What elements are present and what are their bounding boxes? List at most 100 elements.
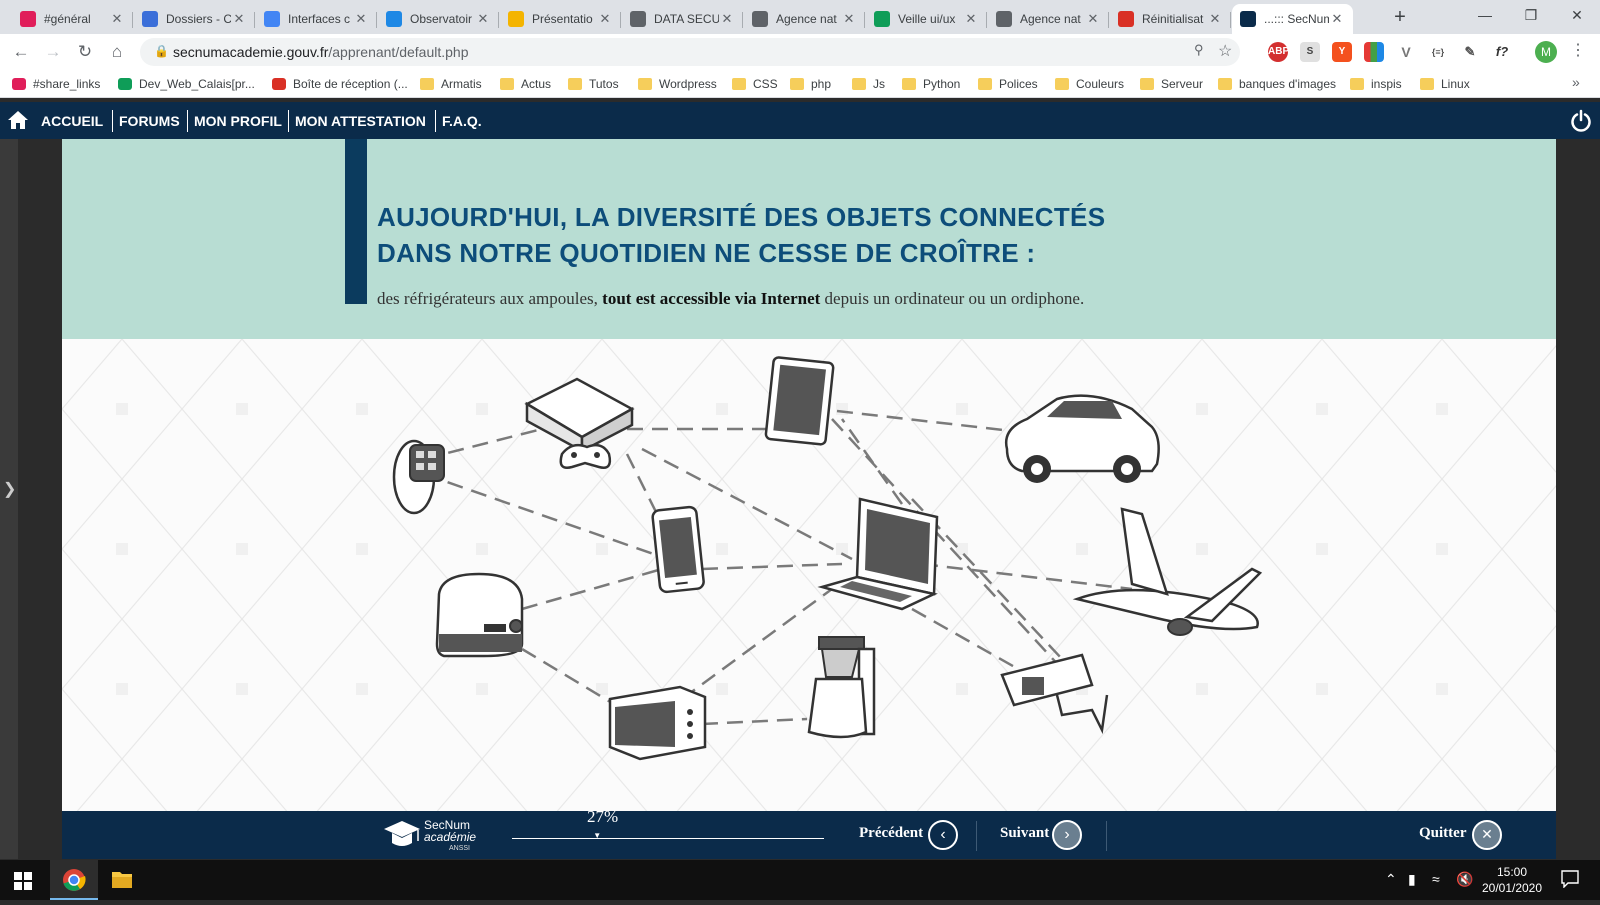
site-icon: [386, 11, 402, 27]
close-tab-icon[interactable]: ✕: [841, 11, 857, 27]
bookmark-item[interactable]: Linux: [1420, 76, 1470, 92]
json-extension-icon[interactable]: {≡}: [1428, 42, 1448, 62]
close-tab-icon[interactable]: ✕: [1329, 11, 1345, 27]
browser-tab[interactable]: Agence nat ✕: [988, 4, 1109, 34]
close-tab-icon[interactable]: ✕: [597, 11, 613, 27]
bookmark-item[interactable]: Boîte de réception (...: [272, 76, 408, 92]
profile-avatar[interactable]: M: [1535, 41, 1557, 63]
bookmark-item[interactable]: #share_links: [12, 76, 100, 92]
browser-tab[interactable]: Agence nat ✕: [744, 4, 865, 34]
home-icon[interactable]: [7, 110, 29, 130]
speaker-muted-icon[interactable]: 🔇: [1456, 871, 1473, 888]
folder-icon: [902, 78, 916, 90]
bookmark-item[interactable]: Wordpress: [638, 76, 717, 92]
back-arrow-icon[interactable]: ←: [9, 40, 33, 64]
bookmark-item[interactable]: Couleurs: [1055, 76, 1124, 92]
slack-icon: [12, 78, 26, 90]
chrome-taskbar-icon[interactable]: [50, 860, 98, 900]
close-tab-icon[interactable]: ✕: [719, 11, 735, 27]
drive-icon: [874, 11, 890, 27]
browser-tab[interactable]: Réinitialisat ✕: [1110, 4, 1231, 34]
reload-icon[interactable]: ↻: [73, 40, 97, 64]
bookmark-item[interactable]: Serveur: [1140, 76, 1203, 92]
lesson-subline: des réfrigérateurs aux ampoules, tout es…: [377, 289, 1085, 308]
nav-forums[interactable]: FORUMS: [112, 110, 180, 132]
vue-extension-icon[interactable]: V: [1396, 42, 1416, 62]
close-tab-icon[interactable]: ✕: [475, 11, 491, 27]
bookmark-item[interactable]: Tutos: [568, 76, 619, 92]
system-clock[interactable]: 15:00 20/01/2020: [1480, 864, 1544, 896]
new-tab-button[interactable]: +: [1388, 6, 1412, 30]
close-tab-icon[interactable]: ✕: [109, 11, 125, 27]
browser-tab[interactable]: ...::: SecNum ✕: [1232, 4, 1353, 34]
browser-tab[interactable]: DATA SECU ✕: [622, 4, 743, 34]
close-tab-icon[interactable]: ✕: [963, 11, 979, 27]
close-tab-icon[interactable]: ✕: [231, 11, 247, 27]
tab-title: Dossiers - C: [166, 12, 231, 26]
key-icon[interactable]: ⚲: [1194, 42, 1204, 58]
bookmark-item[interactable]: inspis: [1350, 76, 1402, 92]
battery-icon[interactable]: ▮: [1408, 871, 1416, 888]
home-button-icon[interactable]: ⌂: [105, 40, 129, 64]
close-tab-icon[interactable]: ✕: [353, 11, 369, 27]
browser-tab[interactable]: Observatoir ✕: [378, 4, 499, 34]
minimize-button[interactable]: —: [1462, 0, 1508, 32]
address-bar[interactable]: 🔒 secnumacademie.gouv.fr/apprenant/defau…: [140, 38, 1240, 66]
nav-mon-profil[interactable]: MON PROFIL: [187, 110, 282, 132]
site-navigation: ACCUEIL FORUMS MON PROFIL MON ATTESTATIO…: [0, 102, 1600, 139]
forward-arrow-icon[interactable]: →: [41, 40, 65, 64]
browser-tab[interactable]: Dossiers - C ✕: [134, 4, 255, 34]
lock-icon: 🔒: [154, 44, 169, 58]
browser-tab[interactable]: #général ✕: [12, 4, 133, 34]
y-extension-icon[interactable]: Y: [1332, 42, 1352, 62]
previous-button-icon[interactable]: ‹: [928, 820, 958, 850]
restore-button[interactable]: ❐: [1508, 0, 1554, 32]
browser-tab[interactable]: Veille ui/ux ✕: [866, 4, 987, 34]
power-icon[interactable]: [1569, 109, 1593, 133]
close-tab-icon[interactable]: ✕: [1085, 11, 1101, 27]
bookmark-item[interactable]: Armatis: [420, 76, 482, 92]
bookmark-item[interactable]: Actus: [500, 76, 551, 92]
nav-faq[interactable]: F.A.Q.: [435, 110, 482, 132]
next-label[interactable]: Suivant: [1000, 825, 1049, 842]
side-panel-toggle[interactable]: ❯: [0, 139, 18, 859]
bookmark-item[interactable]: CSS: [732, 76, 778, 92]
bookmark-label: Boîte de réception (...: [293, 77, 408, 91]
more-bookmarks-icon[interactable]: »: [1572, 74, 1580, 90]
quit-button-icon[interactable]: ✕: [1472, 820, 1502, 850]
bookmark-label: Couleurs: [1076, 77, 1125, 91]
bookmark-item[interactable]: Dev_Web_Calais[pr...: [118, 76, 255, 92]
pen-extension-icon[interactable]: ✎: [1460, 42, 1480, 62]
next-button-icon[interactable]: ›: [1052, 820, 1082, 850]
chrome-menu-icon[interactable]: ⋮: [1570, 40, 1586, 60]
tab-title: ...::: SecNum: [1264, 12, 1329, 26]
bookmark-item[interactable]: php: [790, 76, 831, 92]
colorpicker-extension-icon[interactable]: [1364, 42, 1384, 62]
bookmark-item[interactable]: Polices: [978, 76, 1038, 92]
bookmark-item[interactable]: Js: [852, 76, 885, 92]
chevron-right-icon[interactable]: ❯: [3, 479, 16, 499]
chevron-up-icon[interactable]: ⌃: [1385, 871, 1397, 888]
browser-tab[interactable]: Interfaces c ✕: [256, 4, 377, 34]
tab-title: Veille ui/ux: [898, 12, 956, 26]
nav-accueil[interactable]: ACCUEIL: [35, 110, 103, 132]
quit-label[interactable]: Quitter: [1419, 825, 1466, 842]
notification-center-icon[interactable]: [1560, 870, 1580, 888]
bookmark-star-icon[interactable]: ☆: [1218, 41, 1232, 61]
browser-tab[interactable]: Présentatio ✕: [500, 4, 621, 34]
bookmark-item[interactable]: Python: [902, 76, 960, 92]
windows-start-icon[interactable]: [14, 872, 32, 890]
file-explorer-icon[interactable]: [98, 860, 146, 900]
adblock-extension-icon[interactable]: ABP: [1268, 42, 1289, 62]
tab-title: Agence nat: [1020, 12, 1081, 26]
folder-icon: [420, 78, 434, 90]
previous-label[interactable]: Précédent: [859, 825, 923, 842]
whatfont-extension-icon[interactable]: f?: [1492, 42, 1512, 62]
s-extension-icon[interactable]: S: [1300, 42, 1320, 62]
bookmark-item[interactable]: banques d'images: [1218, 76, 1336, 92]
drive-icon: [118, 78, 132, 90]
wifi-icon[interactable]: ≈: [1432, 871, 1440, 887]
nav-mon-attestation[interactable]: MON ATTESTATION: [288, 110, 426, 132]
close-tab-icon[interactable]: ✕: [1207, 11, 1223, 27]
close-window-button[interactable]: ✕: [1554, 0, 1600, 32]
